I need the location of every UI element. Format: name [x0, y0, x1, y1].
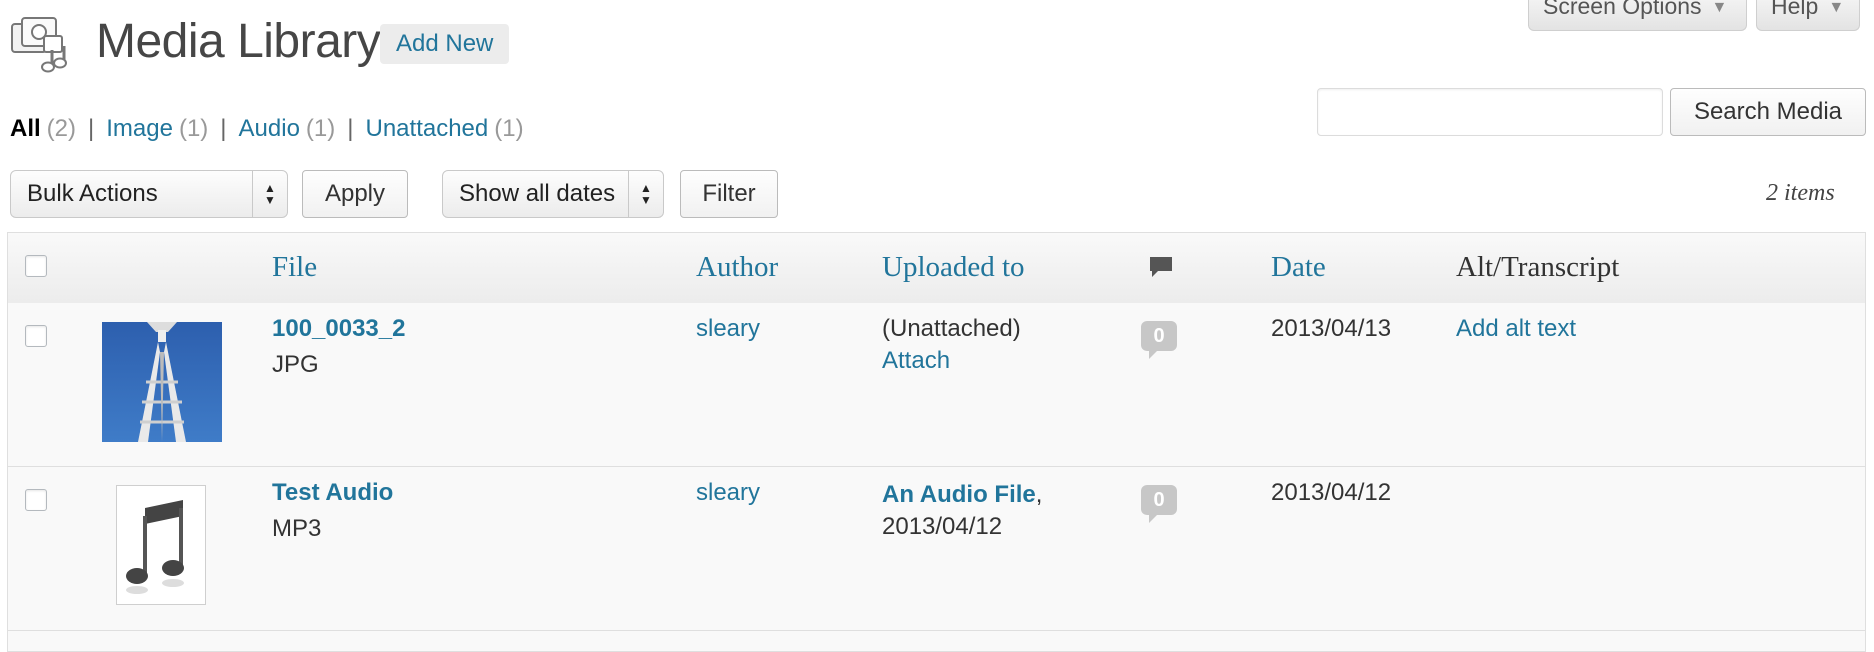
screen-options-tab[interactable]: Screen Options ▼	[1528, 0, 1747, 31]
filter-separator: |	[347, 115, 354, 142]
caret-down-icon: ▼	[1828, 0, 1845, 16]
filter-separator: |	[220, 115, 227, 142]
attached-post-link[interactable]: An Audio File	[882, 481, 1036, 508]
bulk-actions-label: Bulk Actions	[27, 180, 158, 207]
media-title-link[interactable]: 100_0033_2	[272, 315, 405, 343]
media-filter-links: All (2) | Image (1) | Audio (1) | Unatta…	[10, 115, 524, 143]
author-link[interactable]: sleary	[696, 315, 760, 343]
attach-link[interactable]: Attach	[882, 347, 950, 375]
uploaded-to-status: (Unattached)	[882, 315, 1021, 342]
filter-image-count: (1)	[178, 115, 209, 142]
table-row: Test Audio MP3 sleary An Audio File, 201…	[8, 467, 1865, 631]
page-title: Media Library	[96, 15, 381, 68]
filter-audio-count: (1)	[305, 115, 336, 142]
uploaded-to-cell: An Audio File, 2013/04/12	[882, 479, 1082, 543]
add-alt-text-link[interactable]: Add alt text	[1456, 315, 1576, 343]
table-row: 100_0033_2 JPG sleary (Unattached) Attac…	[8, 303, 1865, 467]
search-media-button[interactable]: Search Media	[1670, 88, 1866, 136]
media-date: 2013/04/12	[1271, 479, 1392, 506]
filter-image[interactable]: Image	[106, 115, 173, 143]
column-uploaded-to[interactable]: Uploaded to	[882, 251, 1025, 284]
select-all-checkbox[interactable]	[25, 255, 47, 277]
comment-icon[interactable]	[1148, 255, 1174, 279]
media-date: 2013/04/13	[1271, 315, 1392, 342]
filter-unattached[interactable]: Unattached	[366, 115, 489, 143]
comment-count-bubble[interactable]: 0	[1141, 321, 1177, 359]
column-author[interactable]: Author	[696, 251, 778, 284]
comment-count-bubble[interactable]: 0	[1141, 485, 1177, 523]
filter-audio[interactable]: Audio	[239, 115, 300, 143]
audio-file-icon[interactable]	[116, 485, 206, 605]
add-new-button[interactable]: Add New	[380, 24, 510, 64]
filter-separator: |	[88, 115, 95, 142]
row-checkbox[interactable]	[25, 325, 47, 347]
image-thumbnail-icon[interactable]	[102, 322, 222, 442]
dates-select[interactable]: Show all dates ▲ ▼	[442, 170, 664, 218]
media-library-icon	[10, 14, 72, 76]
filter-button[interactable]: Filter	[680, 170, 778, 218]
media-table: File Author Uploaded to Date Alt/Transcr…	[7, 232, 1866, 652]
select-arrows-icon: ▲ ▼	[628, 171, 663, 217]
column-file[interactable]: File	[272, 251, 317, 284]
column-alt-transcript: Alt/Transcript	[1456, 251, 1620, 283]
media-file-type: JPG	[272, 351, 319, 378]
select-arrows-icon: ▲ ▼	[252, 171, 287, 217]
help-tab[interactable]: Help ▼	[1756, 0, 1860, 31]
column-date[interactable]: Date	[1271, 251, 1326, 284]
search-input[interactable]	[1317, 88, 1663, 136]
row-checkbox[interactable]	[25, 489, 47, 511]
filter-unattached-count: (1)	[494, 115, 524, 142]
table-header: File Author Uploaded to Date Alt/Transcr…	[8, 233, 1865, 304]
help-label: Help	[1771, 0, 1819, 19]
caret-down-icon: ▼	[1711, 0, 1728, 16]
screen-options-label: Screen Options	[1543, 0, 1702, 19]
filter-all[interactable]: All	[10, 115, 41, 143]
media-title-link[interactable]: Test Audio	[272, 479, 393, 507]
filter-all-count: (2)	[46, 115, 77, 142]
media-file-type: MP3	[272, 515, 322, 542]
bulk-actions-select[interactable]: Bulk Actions ▲ ▼	[10, 170, 288, 218]
author-link[interactable]: sleary	[696, 479, 760, 507]
dates-label: Show all dates	[459, 180, 616, 207]
items-count: 2 items	[1766, 180, 1835, 206]
apply-button[interactable]: Apply	[302, 170, 408, 218]
